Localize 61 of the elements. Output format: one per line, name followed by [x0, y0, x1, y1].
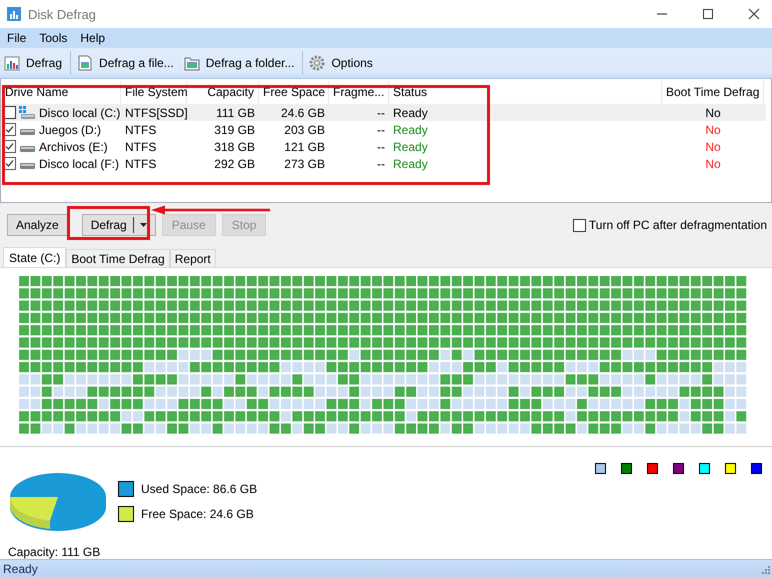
settings-icon	[309, 55, 326, 71]
menu-item[interactable]: File	[2, 31, 32, 45]
table-cell-text: 203 GB	[283, 122, 326, 136]
tab[interactable]: Report	[170, 249, 216, 267]
table-cell-text: 121 GB	[283, 140, 326, 154]
table-cell-text: NTFS	[124, 122, 158, 136]
legend-label: Free Space: 24.6 GB	[141, 506, 254, 520]
table-cell-text: 273 GB	[283, 156, 326, 170]
table-cell: Disco local (F:)	[39, 156, 120, 170]
app-icon	[6, 6, 22, 22]
menu-item[interactable]: Tools	[34, 31, 72, 45]
checkbox-label: Turn off PC after defragmentation	[588, 218, 767, 232]
table-cell-text: 24.6 GB	[280, 106, 326, 120]
status-text: Ready	[3, 562, 38, 576]
table-cell-text: Ready	[392, 140, 429, 154]
table-cell-text: --	[376, 122, 386, 136]
action-button[interactable]: Analyze	[7, 214, 68, 236]
table-cell-text: No	[704, 156, 722, 170]
resize-grip-icon[interactable]	[760, 564, 770, 574]
table-cell-text: Ready	[392, 106, 429, 120]
legend-label: Used Space: 86.6 GB	[141, 482, 258, 496]
menu-item[interactable]: Help	[75, 31, 110, 45]
toolbar-button[interactable]: Defrag	[0, 50, 66, 76]
document-icon	[77, 55, 94, 71]
table-cell-text: 319 GB	[213, 122, 256, 136]
table-cell-text: Ready	[392, 156, 429, 170]
table-cell-text: NTFS	[124, 156, 158, 170]
table-cell-text: --	[376, 156, 386, 170]
tab[interactable]: Boot Time Defrag	[66, 249, 170, 267]
toolbar-button[interactable]: Defrag a folder...	[180, 50, 298, 76]
caret-icon	[140, 223, 147, 227]
table-row[interactable]: Disco local (F:) NTFS 292 GB 273 GB -- Ready No	[1, 155, 766, 172]
table-cell-text: 292 GB	[213, 156, 256, 170]
table-cell-text: NTFS	[124, 140, 158, 154]
table-cell-text: No	[704, 140, 722, 154]
table-cell-text: --	[376, 106, 386, 120]
folder-icon	[184, 55, 200, 71]
table-cell: Disco local (C:)	[39, 106, 120, 120]
table-cell-text: NTFS[SSD]	[124, 106, 187, 120]
toolbar-button[interactable]: Options	[305, 50, 377, 76]
maximize-icon[interactable]	[702, 8, 714, 20]
toolbar-button[interactable]: Defrag a file...	[73, 50, 178, 76]
chart-icon	[4, 55, 20, 71]
table-cell: Juegos (D:)	[39, 122, 102, 136]
tab[interactable]: State (C:)	[3, 247, 66, 267]
system-drive-icon	[19, 106, 36, 119]
table-cell-text: No	[704, 122, 722, 136]
table-cell-text: 111 GB	[215, 106, 256, 120]
checkbox[interactable]	[572, 218, 586, 232]
table-cell-text: Ready	[392, 122, 429, 136]
table-row[interactable]: Disco local (C:) NTFS[SSD] 111 GB 24.6 GB -- Ready No	[1, 104, 766, 121]
table-cell-text: 318 GB	[213, 140, 256, 154]
table-cell-text: No	[704, 106, 722, 120]
window-title: Disk Defrag	[28, 6, 96, 22]
table-row[interactable]: Juegos (D:) NTFS 319 GB 203 GB -- Ready No	[1, 121, 766, 138]
capacity-label: Capacity: 111 GB	[8, 545, 102, 559]
split-button[interactable]: Defrag	[82, 214, 156, 236]
table-cell: Archivos (E:)	[39, 140, 108, 154]
close-icon[interactable]	[748, 8, 760, 20]
table-cell-text: --	[376, 140, 386, 154]
table-row[interactable]: Archivos (E:) NTFS 318 GB 121 GB -- Ready No	[1, 138, 766, 155]
